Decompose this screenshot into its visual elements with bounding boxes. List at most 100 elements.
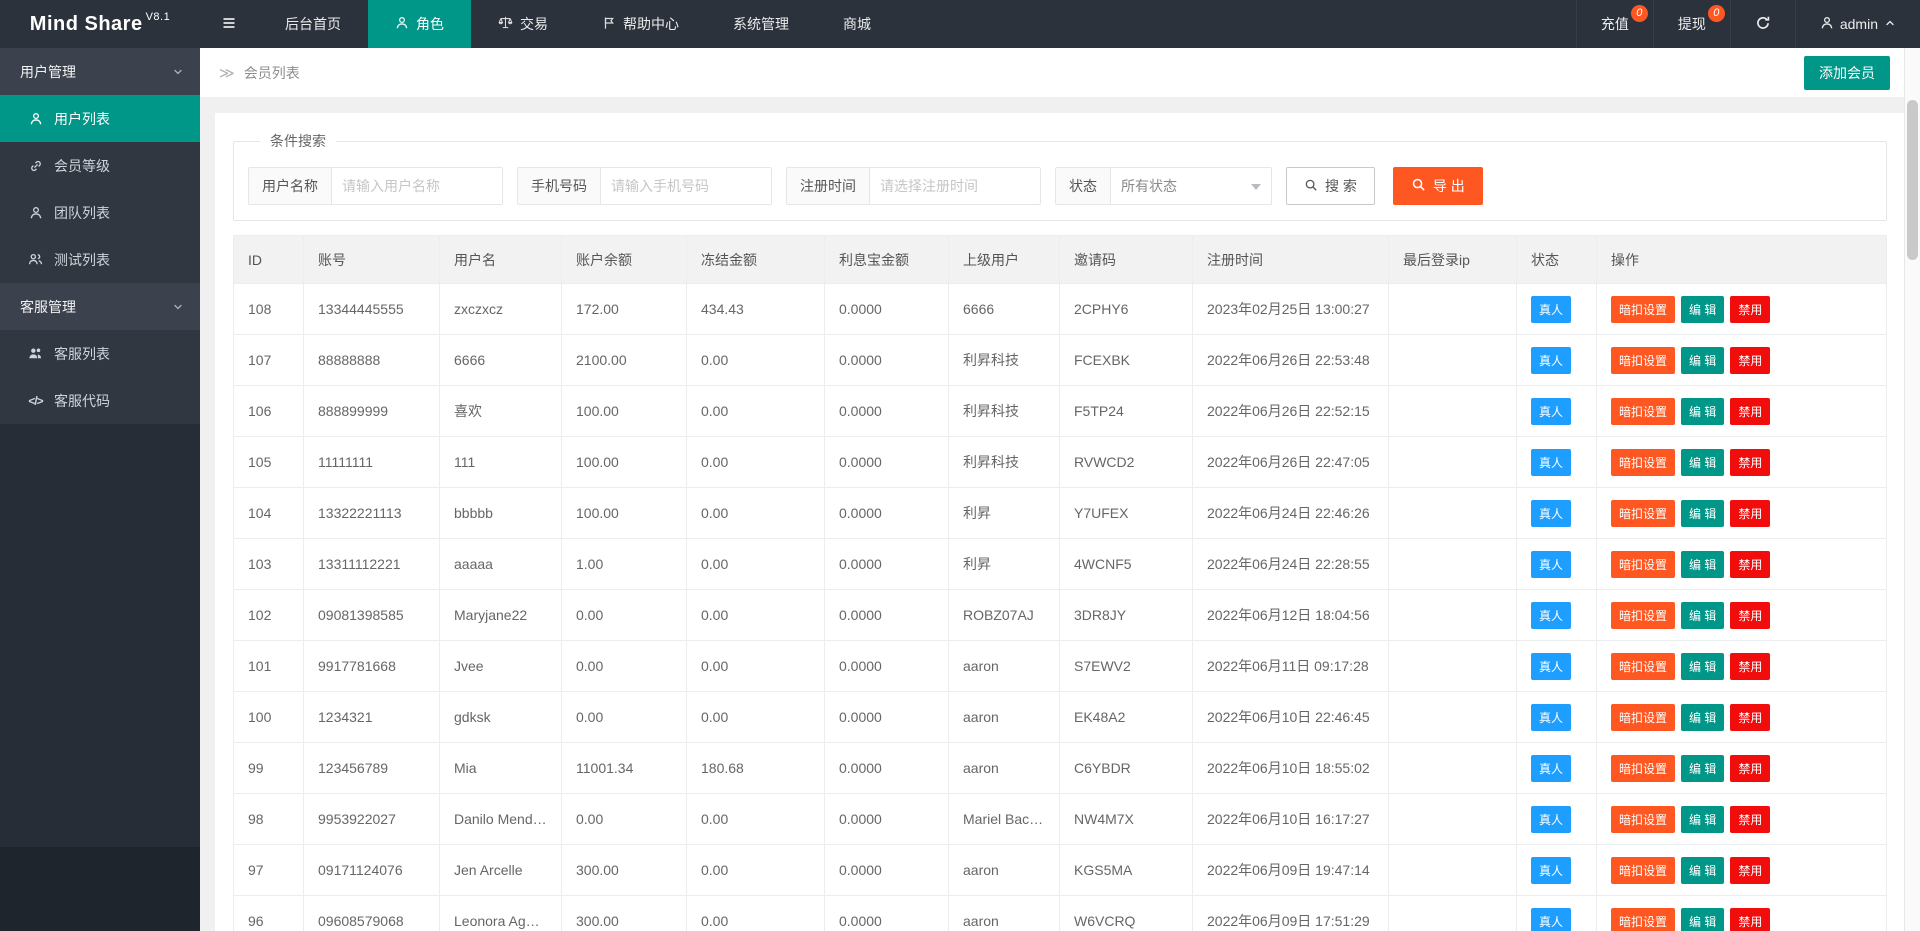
recharge-button[interactable]: 充值 0 <box>1576 0 1653 48</box>
deduct-settings-button[interactable]: 暗扣设置 <box>1611 296 1675 323</box>
edit-button[interactable]: 编 辑 <box>1681 602 1724 629</box>
disable-button[interactable]: 禁用 <box>1730 602 1770 629</box>
edit-button[interactable]: 编 辑 <box>1681 398 1724 425</box>
cell-id: 106 <box>234 386 304 437</box>
disable-button[interactable]: 禁用 <box>1730 500 1770 527</box>
more-actions-button[interactable]: ... <box>1858 604 1871 628</box>
status-real-person-button[interactable]: 真人 <box>1531 704 1571 731</box>
sidebar-item-service-code[interactable]: </> 客服代码 <box>0 377 200 424</box>
status-real-person-button[interactable]: 真人 <box>1531 806 1571 833</box>
status-real-person-button[interactable]: 真人 <box>1531 908 1571 931</box>
deduct-settings-button[interactable]: 暗扣设置 <box>1611 347 1675 374</box>
more-actions-button[interactable]: ... <box>1858 655 1871 679</box>
edit-button[interactable]: 编 辑 <box>1681 806 1724 833</box>
deduct-settings-button[interactable]: 暗扣设置 <box>1611 398 1675 425</box>
sidebar-group-user-management[interactable]: 用户管理 <box>0 48 200 95</box>
disable-button[interactable]: 禁用 <box>1730 296 1770 323</box>
disable-button[interactable]: 禁用 <box>1730 551 1770 578</box>
more-actions-button[interactable]: ... <box>1858 757 1871 781</box>
sidebar-item-member-level[interactable]: 会员等级 <box>0 142 200 189</box>
sidebar-item-team-list[interactable]: 团队列表 <box>0 189 200 236</box>
edit-button[interactable]: 编 辑 <box>1681 551 1724 578</box>
more-actions-button[interactable]: ... <box>1858 400 1871 424</box>
username-input[interactable] <box>331 167 503 205</box>
status-real-person-button[interactable]: 真人 <box>1531 857 1571 884</box>
edit-button[interactable]: 编 辑 <box>1681 857 1724 884</box>
status-real-person-button[interactable]: 真人 <box>1531 755 1571 782</box>
status-real-person-button[interactable]: 真人 <box>1531 398 1571 425</box>
cell-actions: 暗扣设置编 辑禁用银行卡信息... <box>1597 794 1887 845</box>
sidebar-item-user-list[interactable]: 用户列表 <box>0 95 200 142</box>
sidebar-group-service-management[interactable]: 客服管理 <box>0 283 200 330</box>
more-actions-button[interactable]: ... <box>1858 808 1871 832</box>
sidebar-item-test-list[interactable]: 测试列表 <box>0 236 200 283</box>
deduct-settings-button[interactable]: 暗扣设置 <box>1611 755 1675 782</box>
edit-button[interactable]: 编 辑 <box>1681 449 1724 476</box>
disable-button[interactable]: 禁用 <box>1730 908 1770 931</box>
status-real-person-button[interactable]: 真人 <box>1531 602 1571 629</box>
disable-button[interactable]: 禁用 <box>1730 347 1770 374</box>
edit-button[interactable]: 编 辑 <box>1681 908 1724 931</box>
edit-button[interactable]: 编 辑 <box>1681 755 1724 782</box>
nav-item-system[interactable]: 系统管理 <box>706 0 816 48</box>
regtime-input[interactable] <box>869 167 1041 205</box>
more-actions-button[interactable]: ... <box>1858 298 1871 322</box>
sidebar-filler <box>0 424 200 847</box>
deduct-settings-button[interactable]: 暗扣设置 <box>1611 908 1675 931</box>
sidebar-toggle-button[interactable] <box>200 0 258 48</box>
refresh-button[interactable] <box>1730 0 1795 48</box>
phone-input[interactable] <box>600 167 772 205</box>
add-member-button[interactable]: 添加会员 <box>1804 56 1890 90</box>
sidebar-item-service-list[interactable]: 客服列表 <box>0 330 200 377</box>
status-real-person-button[interactable]: 真人 <box>1531 347 1571 374</box>
status-real-person-button[interactable]: 真人 <box>1531 449 1571 476</box>
withdraw-button[interactable]: 提现 0 <box>1653 0 1730 48</box>
more-actions-button[interactable]: ... <box>1858 910 1871 931</box>
deduct-settings-button[interactable]: 暗扣设置 <box>1611 857 1675 884</box>
more-actions-button[interactable]: ... <box>1858 502 1871 526</box>
more-actions-button[interactable]: ... <box>1858 553 1871 577</box>
more-actions-button[interactable]: ... <box>1858 706 1871 730</box>
more-actions-button[interactable]: ... <box>1858 349 1871 373</box>
scrollbar[interactable] <box>1904 48 1920 931</box>
edit-button[interactable]: 编 辑 <box>1681 653 1724 680</box>
status-real-person-button[interactable]: 真人 <box>1531 551 1571 578</box>
disable-button[interactable]: 禁用 <box>1730 806 1770 833</box>
nav-item-mall[interactable]: 商城 <box>816 0 898 48</box>
edit-button[interactable]: 编 辑 <box>1681 500 1724 527</box>
disable-button[interactable]: 禁用 <box>1730 398 1770 425</box>
deduct-settings-button[interactable]: 暗扣设置 <box>1611 806 1675 833</box>
cell-last_ip <box>1389 488 1517 539</box>
deduct-settings-button[interactable]: 暗扣设置 <box>1611 551 1675 578</box>
more-actions-button[interactable]: ... <box>1858 451 1871 475</box>
admin-menu[interactable]: admin <box>1795 0 1920 48</box>
edit-button[interactable]: 编 辑 <box>1681 347 1724 374</box>
deduct-settings-button[interactable]: 暗扣设置 <box>1611 602 1675 629</box>
status-real-person-button[interactable]: 真人 <box>1531 296 1571 323</box>
disable-button[interactable]: 禁用 <box>1730 449 1770 476</box>
disable-button[interactable]: 禁用 <box>1730 653 1770 680</box>
cell-reg_time: 2022年06月26日 22:53:48 <box>1193 335 1389 386</box>
nav-item-dashboard[interactable]: 后台首页 <box>258 0 368 48</box>
scrollbar-thumb[interactable] <box>1907 100 1918 260</box>
nav-item-help-center[interactable]: 帮助中心 <box>575 0 706 48</box>
deduct-settings-button[interactable]: 暗扣设置 <box>1611 653 1675 680</box>
nav-item-trade[interactable]: 交易 <box>471 0 575 48</box>
status-real-person-button[interactable]: 真人 <box>1531 653 1571 680</box>
disable-button[interactable]: 禁用 <box>1730 857 1770 884</box>
deduct-settings-button[interactable]: 暗扣设置 <box>1611 449 1675 476</box>
status-real-person-button[interactable]: 真人 <box>1531 500 1571 527</box>
disable-button[interactable]: 禁用 <box>1730 755 1770 782</box>
more-actions-button[interactable]: ... <box>1858 859 1871 883</box>
status-select[interactable]: 所有状态 <box>1110 167 1272 205</box>
deduct-settings-button[interactable]: 暗扣设置 <box>1611 704 1675 731</box>
edit-button[interactable]: 编 辑 <box>1681 296 1724 323</box>
export-button[interactable]: 导 出 <box>1393 167 1483 205</box>
nav-item-roles[interactable]: 角色 <box>368 0 471 48</box>
brand-logo[interactable]: Mind ShareV8.1 <box>0 0 200 48</box>
search-button[interactable]: 搜 索 <box>1286 167 1375 205</box>
cell-actions: 暗扣设置编 辑禁用银行卡信息... <box>1597 743 1887 794</box>
deduct-settings-button[interactable]: 暗扣设置 <box>1611 500 1675 527</box>
disable-button[interactable]: 禁用 <box>1730 704 1770 731</box>
edit-button[interactable]: 编 辑 <box>1681 704 1724 731</box>
